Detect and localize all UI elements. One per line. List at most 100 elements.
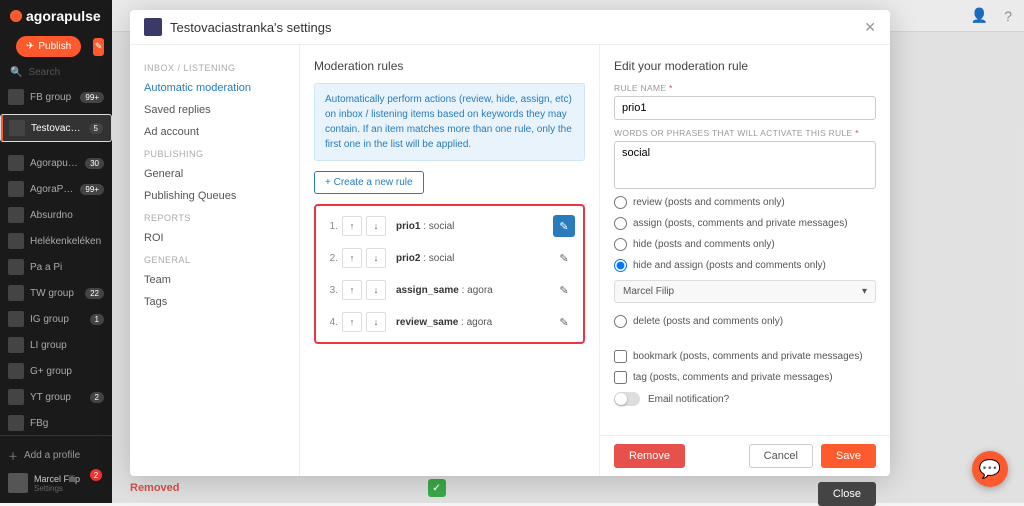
edit-rule-icon[interactable]: ✎ (553, 311, 575, 333)
profile-icon (8, 89, 24, 105)
nav-section: GENERAL (130, 249, 299, 269)
move-down-icon[interactable]: ↓ (366, 312, 386, 332)
sidebar-profile[interactable]: Pa a Pi (0, 254, 112, 280)
avatar (8, 473, 28, 493)
cancel-button[interactable]: Cancel (749, 444, 813, 468)
sidebar-profile[interactable]: FB group99+ (0, 84, 112, 110)
profile-label: LI group (30, 340, 104, 351)
checkbox-tag[interactable] (614, 371, 627, 384)
rule-name-input[interactable] (614, 96, 876, 120)
opt-bookmark-label: bookmark (posts, comments and private me… (633, 351, 863, 362)
rule-number: 4. (324, 317, 338, 328)
sidebar-footer: ＋ Add a profile Marcel Filip Settings 2 (0, 435, 112, 503)
profile-label: IG group (30, 314, 84, 325)
profile-icon (8, 311, 24, 327)
rule-number: 2. (324, 253, 338, 264)
search-input[interactable]: 🔍 Search (0, 61, 112, 84)
rule-row: 4. ↑↓ review_same : agora ✎ (318, 306, 581, 338)
brand-logo: agorapulse (0, 0, 112, 32)
radio-delete[interactable] (614, 315, 627, 328)
sidebar-profile[interactable]: Testovaciastranka 5 (0, 114, 112, 142)
move-up-icon[interactable]: ↑ (342, 216, 362, 236)
nav-roi[interactable]: ROI (130, 227, 299, 249)
settings-nav: INBOX / LISTENING Automatic moderation S… (130, 45, 300, 476)
radio-hide-assign[interactable] (614, 259, 627, 272)
profile-label: TW group (30, 288, 79, 299)
opt-delete-label: delete (posts and comments only) (633, 316, 783, 327)
rule-label: assign_same : agora (390, 285, 549, 296)
rule-row: 1.↑↓prio1 : social✎ (318, 210, 581, 242)
nav-saved-replies[interactable]: Saved replies (130, 99, 299, 121)
sidebar-profile[interactable]: Helékenkeléken (0, 228, 112, 254)
nav-section: PUBLISHING (130, 143, 299, 163)
edit-rule-panel: Edit your moderation rule RULE NAME * WO… (600, 45, 890, 476)
edit-rule-icon[interactable]: ✎ (553, 247, 575, 269)
checkbox-bookmark[interactable] (614, 350, 627, 363)
move-down-icon[interactable]: ↓ (366, 216, 386, 236)
opt-assign-label: assign (posts, comments and private mess… (633, 218, 848, 229)
opt-hide-label: hide (posts and comments only) (633, 239, 775, 250)
nav-tags[interactable]: Tags (130, 291, 299, 313)
email-toggle[interactable] (614, 392, 640, 406)
nav-publishing-queues[interactable]: Publishing Queues (130, 185, 299, 207)
nav-automatic-moderation[interactable]: Automatic moderation (130, 77, 299, 99)
close-button[interactable]: Close (818, 482, 876, 506)
rule-label: review_same : agora (390, 317, 549, 328)
app-sidebar: agorapulse ✈ Publish ✎ 🔍 Search FB group… (0, 0, 112, 503)
profile-label: YT group (30, 392, 84, 403)
sidebar-profile[interactable]: AgoraPulse99+ (0, 176, 112, 202)
notification-badge[interactable]: 2 (90, 469, 102, 481)
compose-icon[interactable]: ✎ (93, 38, 104, 56)
search-placeholder: Search (28, 67, 60, 78)
sidebar-profile[interactable]: Agorapulse BETA30 (0, 150, 112, 176)
add-profile-button[interactable]: ＋ Add a profile (8, 442, 104, 469)
move-up-icon[interactable]: ↑ (342, 312, 362, 332)
nav-team[interactable]: Team (130, 269, 299, 291)
brand-name: agorapulse (26, 8, 101, 24)
profile-icon (8, 363, 24, 379)
sidebar-profile[interactable]: LI group (0, 332, 112, 358)
count-badge: 5 (89, 123, 103, 134)
user-menu[interactable]: Marcel Filip Settings 2 (8, 469, 104, 497)
chat-icon[interactable]: 💬 (972, 451, 1008, 487)
radio-hide[interactable] (614, 238, 627, 251)
remove-button[interactable]: Remove (614, 444, 685, 468)
profile-label: AgoraPulse (30, 184, 74, 195)
moderation-rules-panel: Moderation rules Automatically perform a… (300, 45, 600, 476)
opt-tag-label: tag (posts, comments and private message… (633, 372, 833, 383)
rule-number: 3. (324, 285, 338, 296)
nav-ad-account[interactable]: Ad account (130, 121, 299, 143)
modal-header: Testovaciastranka's settings ✕ (130, 10, 890, 45)
publish-label: Publish (38, 41, 71, 52)
sidebar-profile[interactable]: IG group1 (0, 306, 112, 332)
email-label: Email notification? (648, 394, 729, 405)
profile-icon (9, 120, 25, 136)
sidebar-profile[interactable]: G+ group (0, 358, 112, 384)
move-up-icon[interactable]: ↑ (342, 248, 362, 268)
publish-button[interactable]: ✈ Publish (16, 36, 81, 57)
save-button[interactable]: Save (821, 444, 876, 468)
radio-review[interactable] (614, 196, 627, 209)
profile-label: G+ group (30, 366, 104, 377)
assignee-select[interactable]: Marcel Filip▾ (614, 280, 876, 303)
profile-icon (8, 155, 24, 171)
sidebar-profile[interactable]: FBg (0, 410, 112, 435)
close-icon[interactable]: ✕ (864, 19, 876, 36)
profile-label: Helékenkeléken (30, 236, 104, 247)
move-down-icon[interactable]: ↓ (366, 248, 386, 268)
sidebar-profile[interactable]: TW group22 (0, 280, 112, 306)
info-hint: Automatically perform actions (review, h… (314, 83, 585, 161)
create-rule-button[interactable]: + Create a new rule (314, 171, 424, 194)
edit-rule-icon[interactable]: ✎ (553, 215, 575, 237)
count-badge: 99+ (80, 92, 104, 103)
keywords-input[interactable] (614, 141, 876, 189)
nav-general[interactable]: General (130, 163, 299, 185)
profile-label: Testovaciastranka (31, 123, 83, 134)
move-down-icon[interactable]: ↓ (366, 280, 386, 300)
edit-rule-icon[interactable]: ✎ (553, 279, 575, 301)
rule-number: 1. (324, 221, 338, 232)
move-up-icon[interactable]: ↑ (342, 280, 362, 300)
sidebar-profile[interactable]: YT group2 (0, 384, 112, 410)
sidebar-profile[interactable]: Absurdno (0, 202, 112, 228)
radio-assign[interactable] (614, 217, 627, 230)
